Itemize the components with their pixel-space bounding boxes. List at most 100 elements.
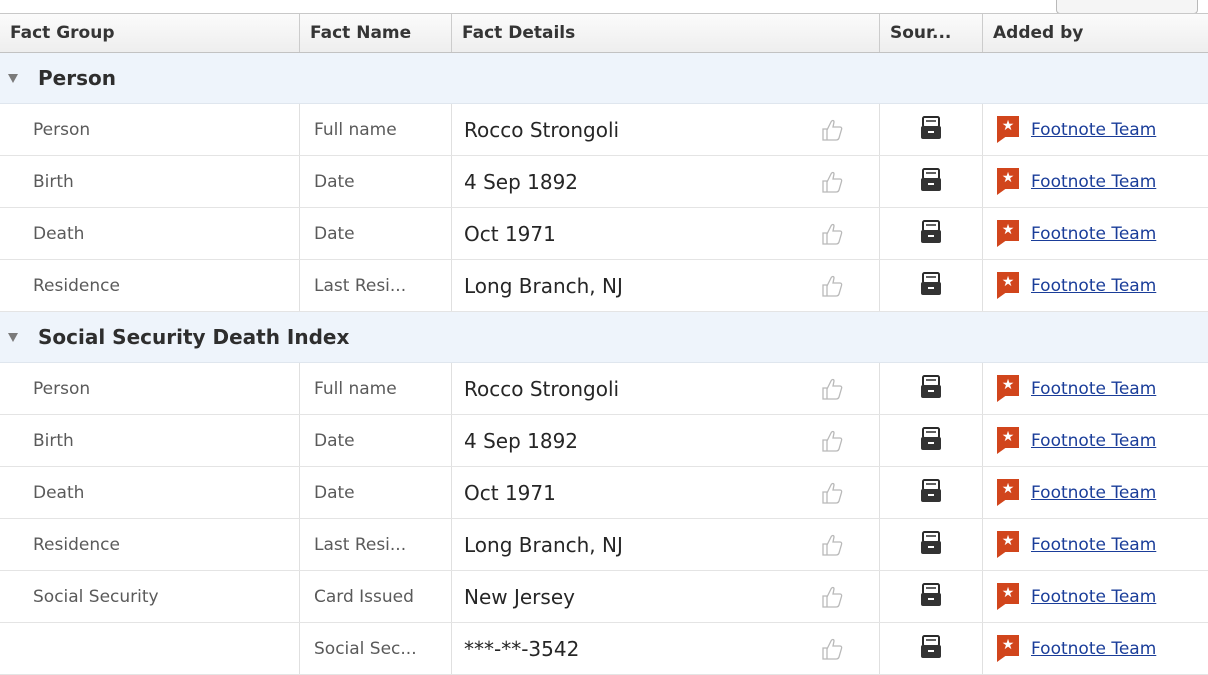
toolbar-strip <box>0 0 1208 14</box>
contributor-badge-icon: ★ <box>997 220 1019 247</box>
contributor-badge-icon: ★ <box>997 168 1019 195</box>
fact-group-cell: Residence <box>0 260 300 311</box>
added-by-cell: ★ Footnote Team <box>983 467 1208 518</box>
column-header-fact-group[interactable]: Fact Group <box>0 14 300 52</box>
contributor-badge-icon: ★ <box>997 116 1019 143</box>
source-document-icon[interactable] <box>920 634 942 663</box>
source-cell <box>880 415 983 466</box>
source-document-icon[interactable] <box>920 426 942 455</box>
table-row[interactable]: Person Full name Rocco Strongoli ★ Footnote … <box>0 104 1208 156</box>
contributor-badge-icon: ★ <box>997 531 1019 558</box>
fact-details-cell: Long Branch, NJ <box>452 519 880 570</box>
contributor-badge-icon: ★ <box>997 375 1019 402</box>
source-cell <box>880 363 983 414</box>
group-header[interactable]: Person <box>0 53 1208 104</box>
added-by-cell: ★ Footnote Team <box>983 104 1208 155</box>
collapse-triangle-icon[interactable] <box>8 332 18 342</box>
thumbs-up-icon[interactable] <box>821 481 843 505</box>
fact-details-cell: ***-**-3542 <box>452 623 880 674</box>
fact-group-cell: Residence <box>0 519 300 570</box>
fact-name-cell: Last Resi... <box>300 260 452 311</box>
added-by-link[interactable]: Footnote Team <box>1031 639 1156 659</box>
fact-details-value: Long Branch, NJ <box>464 532 623 557</box>
thumbs-up-icon[interactable] <box>821 533 843 557</box>
source-cell <box>880 571 983 622</box>
fact-name-cell: Full name <box>300 363 452 414</box>
table-row[interactable]: Residence Last Resi... Long Branch, NJ ★ Foo… <box>0 519 1208 571</box>
added-by-link[interactable]: Footnote Team <box>1031 276 1156 296</box>
source-document-icon[interactable] <box>920 374 942 403</box>
added-by-cell: ★ Footnote Team <box>983 260 1208 311</box>
fact-name-cell: Date <box>300 208 452 259</box>
source-cell <box>880 519 983 570</box>
table-row[interactable]: Residence Last Resi... Long Branch, NJ ★ Foo… <box>0 260 1208 312</box>
fact-group-cell: Social Security <box>0 571 300 622</box>
column-header-source[interactable]: Sour... <box>880 14 983 52</box>
group-header[interactable]: Social Security Death Index <box>0 312 1208 363</box>
contributor-badge-icon: ★ <box>997 583 1019 610</box>
source-cell <box>880 260 983 311</box>
fact-details-cell: Oct 1971 <box>452 208 880 259</box>
fact-details-value: 4 Sep 1892 <box>464 169 579 194</box>
table-row[interactable]: Person Full name Rocco Strongoli ★ Footnote … <box>0 363 1208 415</box>
table-row[interactable]: Birth Date 4 Sep 1892 ★ Footnote Team <box>0 415 1208 467</box>
fact-name-cell: Social Sec... <box>300 623 452 674</box>
thumbs-up-icon[interactable] <box>821 377 843 401</box>
source-cell <box>880 623 983 674</box>
source-document-icon[interactable] <box>920 478 942 507</box>
added-by-cell: ★ Footnote Team <box>983 623 1208 674</box>
thumbs-up-icon[interactable] <box>821 637 843 661</box>
thumbs-up-icon[interactable] <box>821 170 843 194</box>
thumbs-up-icon[interactable] <box>821 118 843 142</box>
fact-details-value: Rocco Strongoli <box>464 117 620 142</box>
thumbs-up-icon[interactable] <box>821 222 843 246</box>
thumbs-up-icon[interactable] <box>821 585 843 609</box>
thumbs-up-icon[interactable] <box>821 429 843 453</box>
group-title: Social Security Death Index <box>38 325 350 349</box>
source-cell <box>880 104 983 155</box>
source-document-icon[interactable] <box>920 530 942 559</box>
table-row[interactable]: Death Date Oct 1971 ★ Footnote Team <box>0 467 1208 519</box>
collapse-triangle-icon[interactable] <box>8 73 18 83</box>
table-row[interactable]: Birth Date 4 Sep 1892 ★ Footnote Team <box>0 156 1208 208</box>
added-by-link[interactable]: Footnote Team <box>1031 431 1156 451</box>
added-by-link[interactable]: Footnote Team <box>1031 587 1156 607</box>
table-row[interactable]: Social Sec... ***-**-3542 ★ Footnote Team <box>0 623 1208 675</box>
source-document-icon[interactable] <box>920 167 942 196</box>
source-cell <box>880 156 983 207</box>
fact-group-cell: Death <box>0 467 300 518</box>
fact-details-cell: Rocco Strongoli <box>452 104 880 155</box>
added-by-link[interactable]: Footnote Team <box>1031 172 1156 192</box>
fact-name-cell: Card Issued <box>300 571 452 622</box>
contributor-badge-icon: ★ <box>997 427 1019 454</box>
source-document-icon[interactable] <box>920 115 942 144</box>
fact-details-cell: Long Branch, NJ <box>452 260 880 311</box>
added-by-link[interactable]: Footnote Team <box>1031 483 1156 503</box>
column-headers: Fact Group Fact Name Fact Details Sour..… <box>0 13 1208 53</box>
fact-name-cell: Date <box>300 156 452 207</box>
fact-group-cell: Birth <box>0 156 300 207</box>
column-header-fact-name[interactable]: Fact Name <box>300 14 452 52</box>
thumbs-up-icon[interactable] <box>821 274 843 298</box>
fact-group-cell: Death <box>0 208 300 259</box>
added-by-link[interactable]: Footnote Team <box>1031 535 1156 555</box>
toolbar-button[interactable] <box>1056 0 1198 14</box>
source-document-icon[interactable] <box>920 271 942 300</box>
added-by-cell: ★ Footnote Team <box>983 519 1208 570</box>
table-row[interactable]: Social Security Card Issued New Jersey ★ Foo… <box>0 571 1208 623</box>
column-header-fact-details[interactable]: Fact Details <box>452 14 880 52</box>
grid-body: Person Person Full name Rocco Strongoli ★ Foo… <box>0 53 1208 675</box>
added-by-link[interactable]: Footnote Team <box>1031 224 1156 244</box>
fact-details-cell: Rocco Strongoli <box>452 363 880 414</box>
fact-details-cell: New Jersey <box>452 571 880 622</box>
added-by-link[interactable]: Footnote Team <box>1031 120 1156 140</box>
added-by-link[interactable]: Footnote Team <box>1031 379 1156 399</box>
table-row[interactable]: Death Date Oct 1971 ★ Footnote Team <box>0 208 1208 260</box>
source-document-icon[interactable] <box>920 219 942 248</box>
source-cell <box>880 467 983 518</box>
source-cell <box>880 208 983 259</box>
column-header-added-by[interactable]: Added by <box>983 14 1208 52</box>
contributor-badge-icon: ★ <box>997 635 1019 662</box>
added-by-cell: ★ Footnote Team <box>983 415 1208 466</box>
source-document-icon[interactable] <box>920 582 942 611</box>
